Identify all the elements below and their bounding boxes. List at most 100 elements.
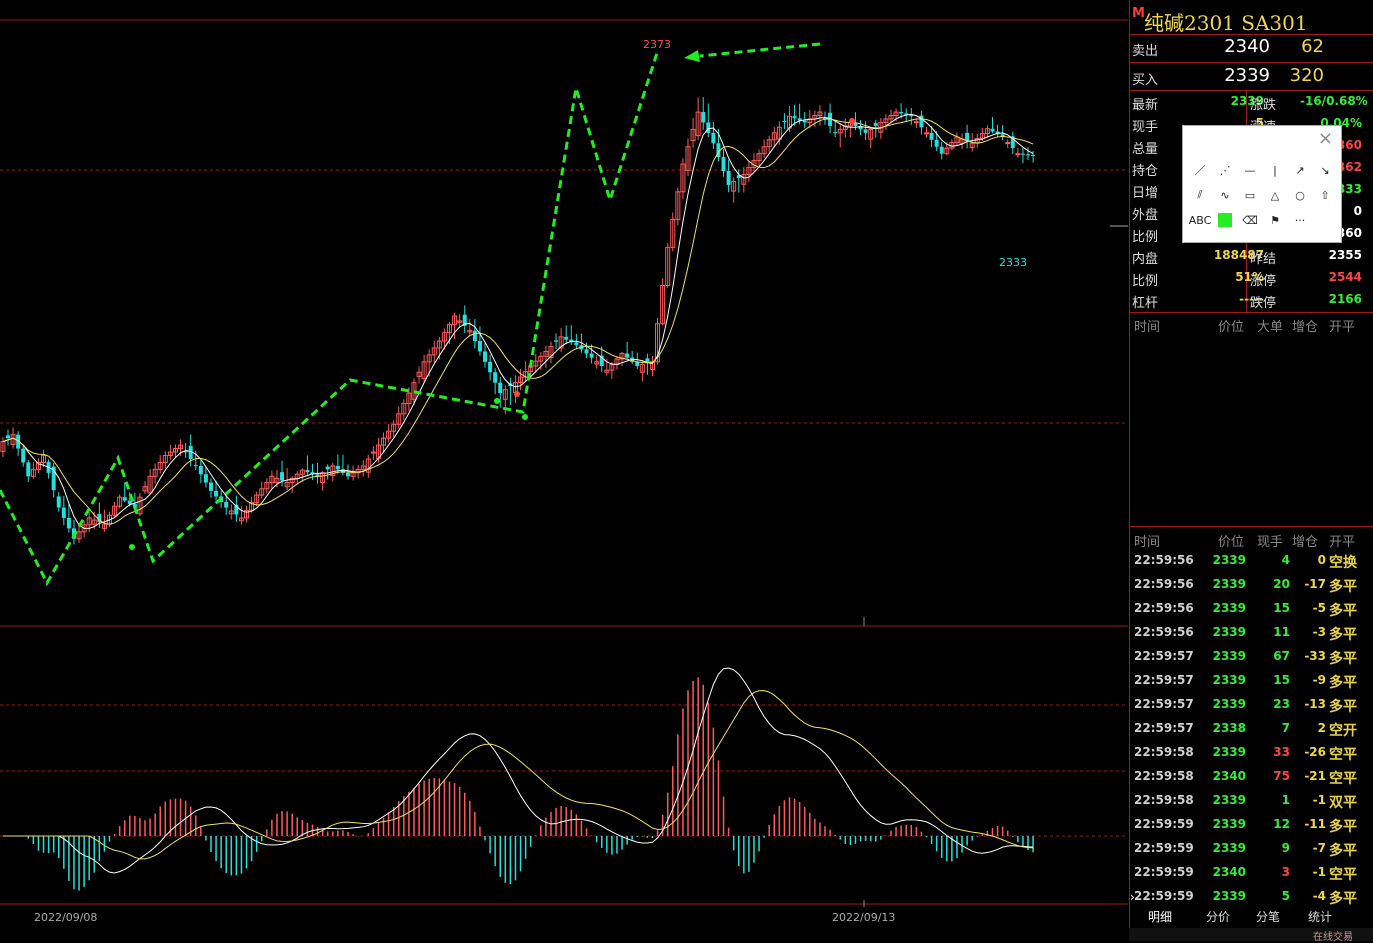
flag-icon[interactable]: ⚑ bbox=[1264, 210, 1286, 230]
quote-label-2: 涨停 bbox=[1250, 274, 1277, 289]
kline-chart-area[interactable]: 2373 2333 2022/09/08 2022/09/13 bbox=[0, 0, 1128, 941]
bottom-tabs: 明细 分价 分笔 统计 bbox=[1130, 907, 1373, 927]
tick-row[interactable]: 22:59:57 2339 67 -33 多平 bbox=[1130, 645, 1373, 669]
tick-row[interactable]: 22:59:57 2338 7 2 空开 bbox=[1130, 717, 1373, 741]
tick-row[interactable]: 22:59:58 2340 75 -21 空平 bbox=[1130, 765, 1373, 789]
quote-label-2: 涨跌 bbox=[1250, 98, 1277, 113]
tick-row[interactable]: 22:59:57 2339 23 -13 多平 bbox=[1130, 693, 1373, 717]
ellipse-icon[interactable]: ○ bbox=[1289, 185, 1311, 205]
candle-body-down bbox=[792, 116, 797, 119]
arrow-down-right-icon[interactable]: ↘ bbox=[1314, 160, 1336, 180]
quote-label: 最新 bbox=[1132, 98, 1159, 113]
candle-body-down bbox=[711, 132, 716, 144]
eraser-icon[interactable]: ⌫ bbox=[1239, 210, 1261, 230]
tick-row[interactable]: 22:59:59 2339 5 -4 多平 bbox=[1130, 885, 1373, 909]
tick-price: 2340 bbox=[1212, 769, 1246, 783]
tick-price: 2339 bbox=[1212, 577, 1246, 591]
tick-increase: -1 bbox=[1312, 793, 1326, 807]
tab-stats[interactable]: 统计 bbox=[1298, 907, 1342, 927]
tick-openclose: 空开 bbox=[1329, 723, 1357, 739]
tick-volume: 15 bbox=[1273, 601, 1290, 615]
candle-body-down bbox=[726, 171, 731, 185]
tick-price: 2339 bbox=[1212, 745, 1246, 759]
more-icon[interactable]: ··· bbox=[1289, 210, 1311, 230]
candle-body-down bbox=[554, 340, 559, 342]
candle-body-down bbox=[833, 132, 838, 134]
big-header-oc: 开平 bbox=[1329, 320, 1356, 335]
quote-label-2: 昨结 bbox=[1250, 252, 1277, 267]
tick-row[interactable]: 22:59:59 2339 12 -11 多平 bbox=[1130, 813, 1373, 837]
tick-price: 2339 bbox=[1212, 553, 1246, 567]
tick-volume: 15 bbox=[1273, 673, 1290, 687]
signal-dot bbox=[849, 118, 855, 124]
dashed-line-icon[interactable]: ⋰ bbox=[1214, 160, 1236, 180]
tick-increase: -13 bbox=[1304, 697, 1326, 711]
tick-row[interactable]: 22:59:59 2340 3 -1 空平 bbox=[1130, 861, 1373, 885]
tick-row[interactable]: 22:59:56 2339 20 -17 多平 bbox=[1130, 573, 1373, 597]
buy-row[interactable]: 买入 2339 320 bbox=[1130, 63, 1373, 91]
candle-body-up bbox=[370, 451, 376, 454]
parallel-lines-icon[interactable]: ⫽ bbox=[1189, 185, 1211, 205]
buy-price: 2339 bbox=[1224, 65, 1270, 86]
tab-tick[interactable]: 分笔 bbox=[1246, 907, 1290, 927]
tick-price: 2339 bbox=[1212, 601, 1246, 615]
text-icon[interactable]: ABC bbox=[1189, 210, 1212, 230]
tick-openclose: 多平 bbox=[1329, 699, 1357, 715]
candle-body-down bbox=[899, 112, 904, 114]
tick-volume: 5 bbox=[1281, 889, 1290, 903]
tick-openclose: 多平 bbox=[1329, 627, 1357, 643]
tick-price: 2339 bbox=[1212, 625, 1246, 639]
candle-body-down bbox=[721, 157, 726, 172]
zigzag-icon[interactable]: ∿ bbox=[1214, 185, 1236, 205]
signal-dot bbox=[522, 414, 528, 420]
tick-row[interactable]: 22:59:56 2339 15 -5 多平 bbox=[1130, 597, 1373, 621]
line-icon[interactable]: ／ bbox=[1189, 160, 1211, 180]
tick-time: 22:59:59 bbox=[1134, 841, 1194, 855]
tick-row[interactable]: 22:59:58 2339 33 -26 空平 bbox=[1130, 741, 1373, 765]
tick-openclose: 空换 bbox=[1329, 555, 1357, 571]
arrow-up-right-icon[interactable]: ↗ bbox=[1289, 160, 1311, 180]
candle-body-up bbox=[1005, 142, 1011, 145]
candle-body-up bbox=[913, 121, 919, 124]
close-icon[interactable]: × bbox=[1318, 128, 1333, 149]
tick-increase: 0 bbox=[1317, 553, 1326, 567]
kline-chart-svg[interactable] bbox=[0, 0, 1128, 941]
ma10-line bbox=[2, 118, 1034, 525]
candle-body-down bbox=[26, 462, 31, 477]
tick-volume: 33 bbox=[1273, 745, 1290, 759]
candle-body-down bbox=[325, 466, 330, 470]
tick-row[interactable]: 22:59:58 2339 1 -1 双平 bbox=[1130, 789, 1373, 813]
quote-label: 持仓 bbox=[1132, 164, 1159, 179]
sell-row[interactable]: 卖出 2340 62 bbox=[1130, 34, 1373, 62]
candle-body-down bbox=[564, 336, 569, 340]
horizontal-line-icon[interactable]: — bbox=[1239, 160, 1261, 180]
quote-value-2: -16/0.68% bbox=[1300, 94, 1368, 108]
rectangle-icon[interactable]: ▭ bbox=[1239, 185, 1261, 205]
tick-openclose: 多平 bbox=[1329, 579, 1357, 595]
tick-row[interactable]: 22:59:59 2339 9 -7 多平 bbox=[1130, 837, 1373, 861]
tick-price: 2339 bbox=[1212, 817, 1246, 831]
tick-increase: -4 bbox=[1312, 889, 1326, 903]
tick-openclose: 多平 bbox=[1329, 651, 1357, 667]
up-arrow-icon[interactable]: ⇧ bbox=[1314, 185, 1336, 205]
tick-openclose: 多平 bbox=[1329, 843, 1357, 859]
signal-dot bbox=[129, 544, 135, 550]
vertical-line-icon[interactable]: | bbox=[1264, 160, 1286, 180]
quote-value-2: 2166 bbox=[1328, 292, 1362, 306]
tab-price[interactable]: 分价 bbox=[1196, 907, 1240, 927]
triangle-icon[interactable]: △ bbox=[1264, 185, 1286, 205]
tab-detail[interactable]: 明细 bbox=[1138, 907, 1182, 927]
divider bbox=[1130, 526, 1373, 527]
color-swatch-icon[interactable] bbox=[1214, 210, 1236, 230]
symbol-title[interactable]: 纯碱2301 SA301 bbox=[1144, 7, 1308, 36]
quote-value-2: 2355 bbox=[1328, 248, 1362, 262]
tick-row[interactable]: 22:59:56 2339 4 0 空换 bbox=[1130, 549, 1373, 573]
candle-body-down bbox=[990, 128, 995, 132]
tick-header-oc: 开平 bbox=[1329, 535, 1356, 550]
tick-header-time: 时间 bbox=[1134, 535, 1161, 550]
quote-label-2: 跌停 bbox=[1250, 296, 1277, 311]
candle-body-down bbox=[1026, 154, 1030, 156]
tick-row[interactable]: 22:59:57 2339 15 -9 多平 bbox=[1130, 669, 1373, 693]
tick-row[interactable]: 22:59:56 2339 11 -3 多平 bbox=[1130, 621, 1373, 645]
tick-time: 22:59:56 bbox=[1134, 601, 1194, 615]
